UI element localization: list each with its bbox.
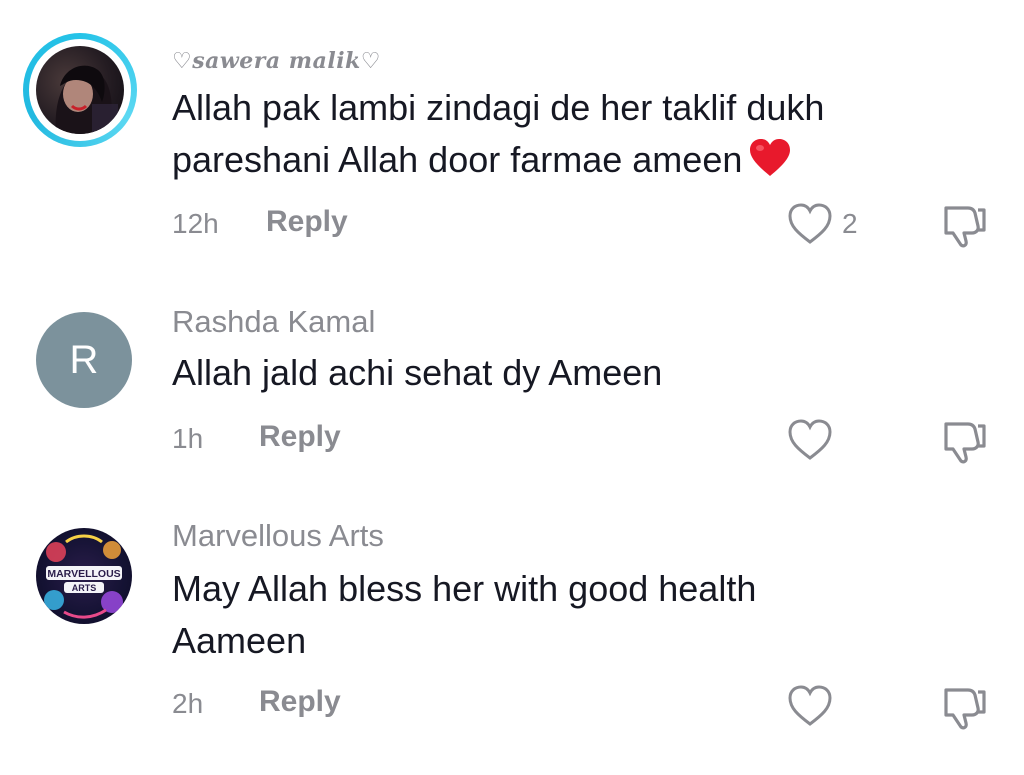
reply-button[interactable]: Reply — [266, 205, 348, 239]
heart-outline-icon — [788, 203, 832, 244]
comment-text: Allah pak lambi zindagi de her taklif du… — [172, 82, 962, 186]
story-ring[interactable] — [23, 33, 137, 147]
comment-timestamp: 12h — [172, 208, 219, 239]
marvellous-arts-logo-icon: MARVELLOUS ARTS — [44, 534, 123, 619]
comment-timestamp: 1h — [172, 423, 204, 454]
dislike-button[interactable] — [938, 416, 988, 466]
like-button[interactable] — [786, 418, 834, 462]
avatar-ring-gap — [29, 39, 131, 141]
logo-text-line1: MARVELLOUS — [47, 568, 120, 580]
comment-text-content: Allah pak lambi zindagi de her taklif du… — [172, 87, 825, 180]
like-button[interactable] — [786, 202, 834, 246]
heart-outline-icon — [788, 685, 832, 726]
avatar[interactable] — [36, 46, 124, 134]
user-photo-avatar-icon — [55, 65, 118, 134]
comment-item: ♡sawera malik♡ Allah pak lambi zindagi d… — [0, 0, 1024, 260]
comment-item: MARVELLOUS ARTS Marvellous Arts May Alla… — [0, 500, 1024, 775]
comment-username[interactable]: ♡sawera malik♡ — [172, 48, 381, 74]
avatar[interactable]: MARVELLOUS ARTS — [36, 528, 132, 624]
like-count: 2 — [842, 208, 858, 239]
avatar[interactable]: R — [36, 312, 132, 408]
reply-button[interactable]: Reply — [259, 420, 341, 454]
reply-button[interactable]: Reply — [259, 685, 341, 719]
comment-username[interactable]: Rashda Kamal — [172, 304, 375, 340]
comment-timestamp: 2h — [172, 688, 204, 719]
comment-text: May Allah bless her with good health Aam… — [172, 568, 757, 661]
thumbs-down-icon — [944, 206, 986, 248]
dislike-button[interactable] — [938, 200, 988, 250]
comment-username[interactable]: Marvellous Arts — [172, 518, 384, 554]
logo-text-line2: ARTS — [72, 583, 97, 593]
comment-text: Allah jald achi sehat dy Ameen — [172, 352, 663, 393]
comment-item: R Rashda Kamal Allah jald achi sehat dy … — [0, 260, 1024, 500]
dislike-button[interactable] — [938, 682, 988, 732]
thumbs-down-icon — [944, 422, 986, 464]
red-heart-emoji-icon — [748, 138, 792, 178]
like-button[interactable] — [786, 684, 834, 728]
thumbs-down-icon — [944, 688, 986, 730]
heart-outline-icon — [788, 419, 832, 460]
